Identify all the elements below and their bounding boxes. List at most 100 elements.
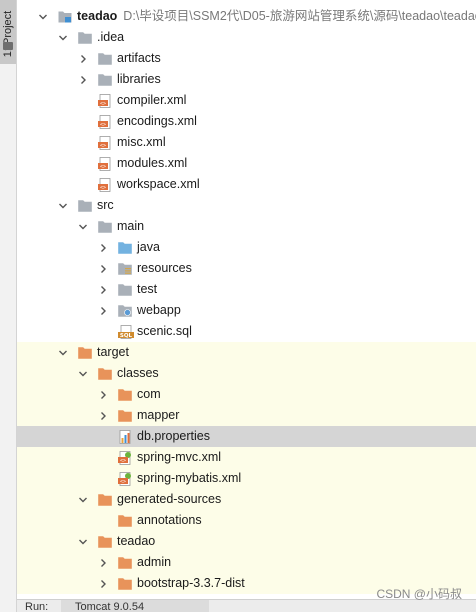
xml-file-icon: <>: [98, 136, 112, 150]
chevron-right-icon[interactable]: [77, 69, 89, 90]
properties-file-icon: [118, 430, 132, 444]
module-folder-icon: [58, 10, 72, 23]
tree-item-label: compiler.xml: [117, 93, 187, 107]
tree-item-label: teadao D:\毕设项目\SSM2代\D05-旅游网站管理系统\源码\tead…: [77, 6, 476, 27]
tree-row[interactable]: mapper: [17, 405, 476, 426]
tree-row[interactable]: libraries: [17, 69, 476, 90]
excluded-folder-icon: [118, 388, 132, 401]
resources-folder-icon: [118, 262, 132, 275]
folder-icon: [98, 220, 112, 233]
folder-icon: [98, 73, 112, 86]
folder-icon: [98, 52, 112, 65]
excluded-folder-icon: [78, 346, 92, 359]
tree-row[interactable]: src: [17, 195, 476, 216]
tree-row[interactable]: target: [17, 342, 476, 363]
chevron-down-icon[interactable]: [77, 216, 89, 237]
tree-row[interactable]: SQL scenic.sql: [17, 321, 476, 342]
project-folder-icon: [3, 42, 13, 50]
tree-item-label: encodings.xml: [117, 114, 197, 128]
tree-row[interactable]: .idea: [17, 27, 476, 48]
chevron-right-icon[interactable]: [97, 573, 109, 594]
tree-row[interactable]: <> workspace.xml: [17, 174, 476, 195]
tree-item-label: artifacts: [117, 51, 161, 65]
folder-icon: [78, 31, 92, 44]
tree-row[interactable]: com: [17, 384, 476, 405]
project-path: D:\毕设项目\SSM2代\D05-旅游网站管理系统\源码\teadao\tea…: [123, 9, 476, 23]
tree-item-label: teadao: [117, 534, 156, 548]
tree-row[interactable]: <> spring-mybatis.xml: [17, 468, 476, 489]
tree-item-label: workspace.xml: [117, 177, 200, 191]
svg-text:<>: <>: [100, 101, 106, 107]
tree-row[interactable]: teadao D:\毕设项目\SSM2代\D05-旅游网站管理系统\源码\tead…: [17, 6, 476, 27]
tree-item-label: target: [97, 345, 129, 359]
project-tool-tab[interactable]: 1: Project: [0, 0, 16, 64]
tree-row[interactable]: teadao: [17, 531, 476, 552]
svg-text:<>: <>: [100, 122, 106, 128]
tree-item-label: src: [97, 198, 114, 212]
tree-row[interactable]: java: [17, 237, 476, 258]
svg-text:<>: <>: [100, 185, 106, 191]
chevron-down-icon[interactable]: [37, 6, 49, 27]
chevron-down-icon[interactable]: [57, 195, 69, 216]
tree-item-label: modules.xml: [117, 156, 188, 170]
tree-row[interactable]: db.properties: [17, 426, 476, 447]
xml-file-icon: <>: [98, 157, 112, 171]
tree-row[interactable]: classes: [17, 363, 476, 384]
tree-row[interactable]: <> encodings.xml: [17, 111, 476, 132]
excluded-folder-icon: [98, 493, 112, 506]
tree-item-label: admin: [137, 555, 172, 569]
chevron-right-icon[interactable]: [97, 300, 109, 321]
tree-item-label: java: [137, 240, 160, 254]
chevron-down-icon[interactable]: [77, 363, 89, 384]
excluded-folder-icon: [118, 514, 132, 527]
run-config-tab[interactable]: Tomcat 9.0.54: [61, 600, 209, 612]
project-tool-tab-label: 1: Project: [2, 10, 14, 58]
chevron-down-icon[interactable]: [77, 531, 89, 552]
tree-item-label: test: [137, 282, 158, 296]
chevron-right-icon[interactable]: [97, 279, 109, 300]
folder-icon: [78, 199, 92, 212]
chevron-right-icon[interactable]: [97, 237, 109, 258]
tree-item-label: .idea: [97, 30, 125, 44]
svg-text:<>: <>: [100, 164, 106, 170]
run-label: Run:: [25, 601, 49, 612]
tree-row[interactable]: admin: [17, 552, 476, 573]
tree-row[interactable]: <> modules.xml: [17, 153, 476, 174]
tree-row[interactable]: <> compiler.xml: [17, 90, 476, 111]
tree-row[interactable]: webapp: [17, 300, 476, 321]
chevron-right-icon[interactable]: [77, 48, 89, 69]
xml-file-icon: <>: [98, 115, 112, 129]
chevron-down-icon[interactable]: [77, 489, 89, 510]
tree-item-label: spring-mybatis.xml: [137, 471, 242, 485]
chevron-down-icon[interactable]: [57, 27, 69, 48]
tree-item-label: misc.xml: [117, 135, 166, 149]
tree-row[interactable]: <> misc.xml: [17, 132, 476, 153]
tree-item-label: db.properties: [137, 429, 210, 443]
spring-xml-file-icon: <>: [118, 451, 132, 465]
chevron-right-icon[interactable]: [97, 384, 109, 405]
tree-row[interactable]: artifacts: [17, 48, 476, 69]
chevron-down-icon[interactable]: [57, 342, 69, 363]
svg-text:<>: <>: [100, 143, 106, 149]
tree-item-label: scenic.sql: [137, 324, 192, 338]
excluded-folder-icon: [98, 367, 112, 380]
tree-row[interactable]: main: [17, 216, 476, 237]
xml-file-icon: <>: [98, 178, 112, 192]
sql-file-icon: SQL: [118, 325, 134, 339]
watermark: CSDN @小码叔: [376, 587, 462, 601]
tree-row[interactable]: <> spring-mvc.xml: [17, 447, 476, 468]
excluded-folder-icon: [118, 556, 132, 569]
chevron-right-icon[interactable]: [97, 405, 109, 426]
chevron-right-icon[interactable]: [97, 258, 109, 279]
spring-xml-file-icon: <>: [118, 472, 132, 486]
tree-row[interactable]: annotations: [17, 510, 476, 531]
project-tree: teadao D:\毕设项目\SSM2代\D05-旅游网站管理系统\源码\tead…: [17, 6, 476, 594]
tree-item-label: annotations: [137, 513, 202, 527]
tree-row[interactable]: test: [17, 279, 476, 300]
tree-row[interactable]: resources: [17, 258, 476, 279]
run-config-label: Tomcat 9.0.54: [75, 601, 145, 612]
excluded-folder-icon: [98, 535, 112, 548]
web-folder-icon: [118, 304, 132, 317]
chevron-right-icon[interactable]: [97, 552, 109, 573]
tree-row[interactable]: generated-sources: [17, 489, 476, 510]
